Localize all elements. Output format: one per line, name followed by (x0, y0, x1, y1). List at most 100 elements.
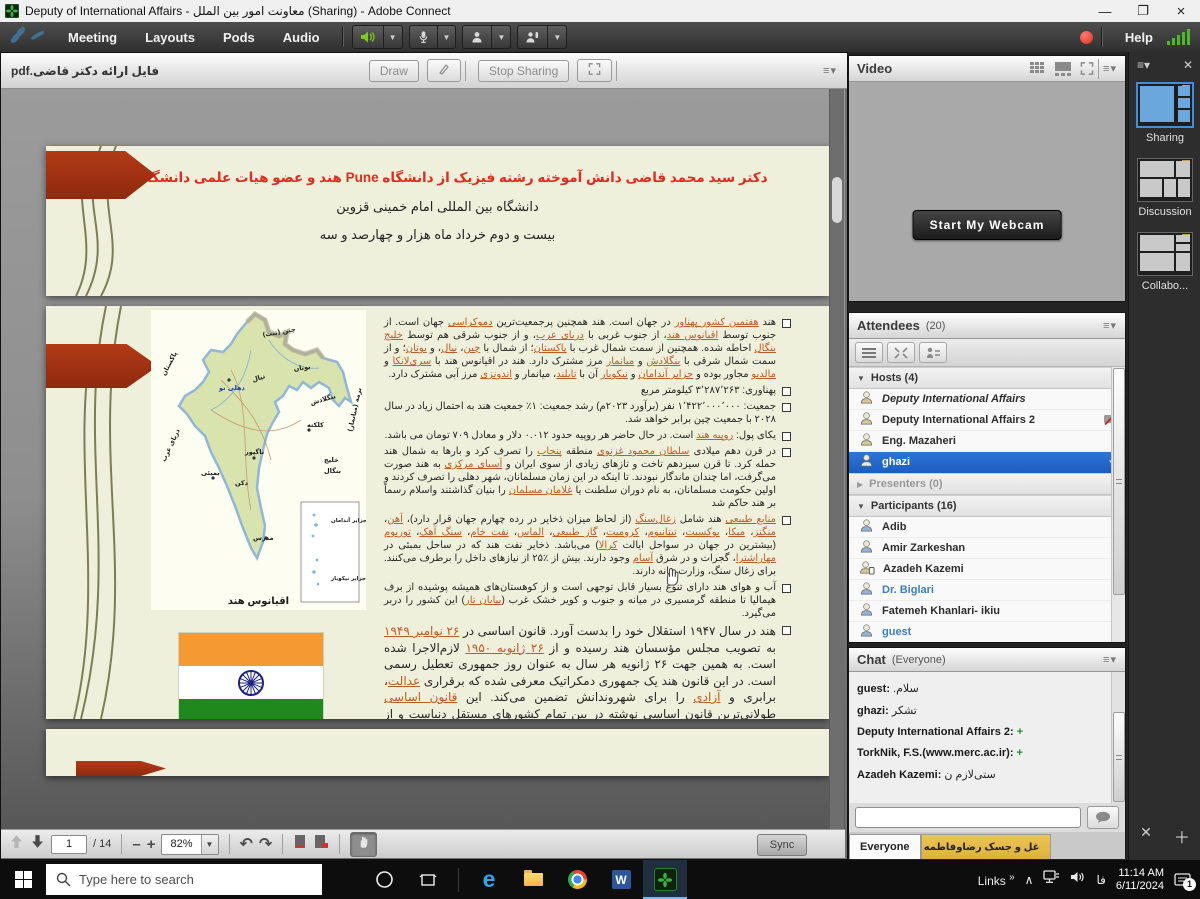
attendees-pod-menu-icon[interactable]: ≡▾ (1103, 319, 1117, 332)
network-icon[interactable] (1043, 870, 1060, 889)
taskbar-clock[interactable]: 11:14 AM 6/11/2024 (1116, 867, 1164, 893)
speaker-caret[interactable]: ▼ (383, 26, 402, 48)
attendee-row[interactable]: guest (849, 622, 1125, 642)
private-chat-tab[interactable]: غل و جسک رضاوفاطمه ... (921, 834, 1051, 859)
start-button[interactable] (0, 860, 46, 899)
zoom-caret-icon[interactable]: ▼ (201, 835, 218, 854)
status-caret[interactable]: ▼ (547, 26, 566, 48)
chrome-icon[interactable] (555, 860, 599, 899)
speaker-button[interactable]: ▼ (352, 25, 403, 49)
pan-tool-button[interactable] (350, 832, 377, 857)
document-scrollbar[interactable] (829, 89, 844, 829)
close-button[interactable]: × (1164, 0, 1198, 22)
pointer-tool-button[interactable] (427, 59, 461, 82)
raise-hand-icon[interactable] (518, 26, 547, 48)
fullscreen-icon[interactable] (1080, 62, 1094, 75)
taskbar-search[interactable]: Type here to search (46, 864, 322, 895)
send-message-icon[interactable] (1087, 806, 1119, 829)
attendee-row[interactable]: Eng. Mazaheri (849, 431, 1125, 452)
language-indicator[interactable]: فا (1096, 873, 1105, 887)
attendee-row[interactable]: Deputy International Affairs (849, 389, 1125, 410)
layouts-menu-icon[interactable]: ≡▾ (1137, 58, 1150, 72)
chat-pod-menu-icon[interactable]: ≡▾ (1103, 653, 1117, 666)
task-view-icon[interactable] (406, 860, 450, 899)
attendee-row[interactable]: Fatemeh Khanlari- ikiu (849, 601, 1125, 622)
webcam-icon[interactable] (463, 26, 491, 48)
grid-view-icon[interactable] (1030, 62, 1046, 76)
everyone-chat-tab[interactable]: Everyone (849, 834, 921, 859)
attendee-row[interactable]: Dr. Biglari (849, 580, 1125, 601)
delete-layout-icon[interactable]: ✕ (1140, 824, 1152, 848)
adobe-connect-taskbar-icon[interactable] (643, 860, 687, 899)
participants-section-header[interactable]: ▼Participants (16) (849, 495, 1125, 517)
microphone-button[interactable]: ▼ (409, 25, 457, 49)
recording-indicator[interactable] (1080, 31, 1093, 44)
connection-signal-icon[interactable] (1167, 29, 1190, 45)
attendee-list-view-icon[interactable] (855, 342, 883, 363)
help-menu[interactable]: Help (1111, 30, 1167, 45)
filmstrip-view-icon[interactable] (1054, 62, 1072, 76)
rotate-right-button[interactable]: ↷ (259, 834, 272, 854)
video-pod-menu-icon[interactable]: ≡▾ (1103, 62, 1117, 75)
attendee-row[interactable]: ghazi (849, 452, 1125, 473)
webcam-caret[interactable]: ▼ (491, 26, 510, 48)
chat-message-input[interactable] (855, 807, 1081, 828)
attendee-row[interactable]: Adib (849, 517, 1125, 538)
scrollbar-thumb[interactable] (1113, 712, 1125, 802)
volume-icon[interactable] (1070, 870, 1086, 889)
bullet-marker (782, 432, 791, 441)
zoom-select[interactable]: 82% ▼ (161, 834, 218, 855)
window-titlebar: Deputy of International Affairs - معاونت… (0, 0, 1200, 22)
microphone-icon[interactable] (410, 26, 437, 48)
menu-pods[interactable]: Pods (209, 30, 269, 45)
status-button[interactable]: ▼ (517, 25, 567, 49)
restore-button[interactable]: ❐ (1126, 0, 1160, 22)
fullscreen-button[interactable] (577, 59, 612, 82)
layout-item-discussion[interactable]: Discussion (1129, 158, 1200, 218)
divider (282, 834, 283, 854)
tray-expand-icon[interactable]: ∧ (1025, 873, 1034, 887)
attendees-scrollbar[interactable] (1111, 367, 1125, 642)
scrollbar-thumb[interactable] (1113, 368, 1125, 595)
attendee-status-view-icon[interactable] (919, 342, 947, 363)
fit-width-button[interactable] (313, 834, 329, 855)
cortana-icon[interactable] (362, 860, 406, 899)
links-toolbar[interactable]: Links » (978, 872, 1015, 888)
scrollbar-thumb[interactable] (832, 177, 842, 223)
word-icon[interactable]: W (599, 860, 643, 899)
stop-sharing-button[interactable]: Stop Sharing (478, 60, 569, 82)
file-explorer-icon[interactable] (511, 860, 555, 899)
start-webcam-button[interactable]: Start My Webcam (913, 210, 1062, 240)
breakout-view-icon[interactable] (887, 342, 915, 363)
attendee-row[interactable]: Azadeh Kazemi (849, 559, 1125, 580)
zoom-out-button[interactable]: – (132, 836, 140, 853)
zoom-in-button[interactable]: + (147, 836, 156, 853)
hosts-section-header[interactable]: ▼Hosts (4) (849, 367, 1125, 389)
presenters-section-header[interactable]: ▶Presenters (0) (849, 473, 1125, 495)
microphone-caret[interactable]: ▼ (437, 26, 456, 48)
draw-button[interactable]: Draw (369, 60, 419, 82)
menu-audio[interactable]: Audio (269, 30, 334, 45)
layout-item-collabo[interactable]: Collabo... (1129, 232, 1200, 292)
fit-page-button[interactable] (293, 834, 307, 855)
layouts-close-icon[interactable]: ✕ (1183, 58, 1193, 72)
sync-button[interactable]: Sync (757, 834, 807, 856)
attendee-row[interactable]: Deputy International Affairs 2 (849, 410, 1125, 431)
layout-item-sharing[interactable]: Sharing (1129, 82, 1200, 144)
edge-icon[interactable]: e (467, 860, 511, 899)
page-up-button[interactable] (9, 834, 24, 854)
menu-meeting[interactable]: Meeting (54, 30, 131, 45)
add-layout-icon[interactable]: ＋ (1174, 824, 1190, 848)
rotate-left-button[interactable]: ↶ (240, 834, 253, 854)
action-center-icon[interactable]: 1 (1174, 872, 1192, 888)
menu-layouts[interactable]: Layouts (131, 30, 209, 45)
document-viewport[interactable]: دکتر سید محمد قاضی دانش آموخته رشته فیزی… (1, 89, 845, 829)
page-number-input[interactable]: 1 (51, 835, 87, 854)
chat-scrollbar[interactable] (1111, 672, 1125, 803)
share-pod-menu-icon[interactable]: ≡▾ (823, 64, 837, 77)
page-down-button[interactable] (30, 834, 45, 854)
webcam-button[interactable]: ▼ (462, 25, 511, 49)
minimize-button[interactable]: — (1088, 0, 1122, 22)
attendee-row[interactable]: Amir Zarkeshan (849, 538, 1125, 559)
speaker-icon[interactable] (353, 26, 383, 48)
